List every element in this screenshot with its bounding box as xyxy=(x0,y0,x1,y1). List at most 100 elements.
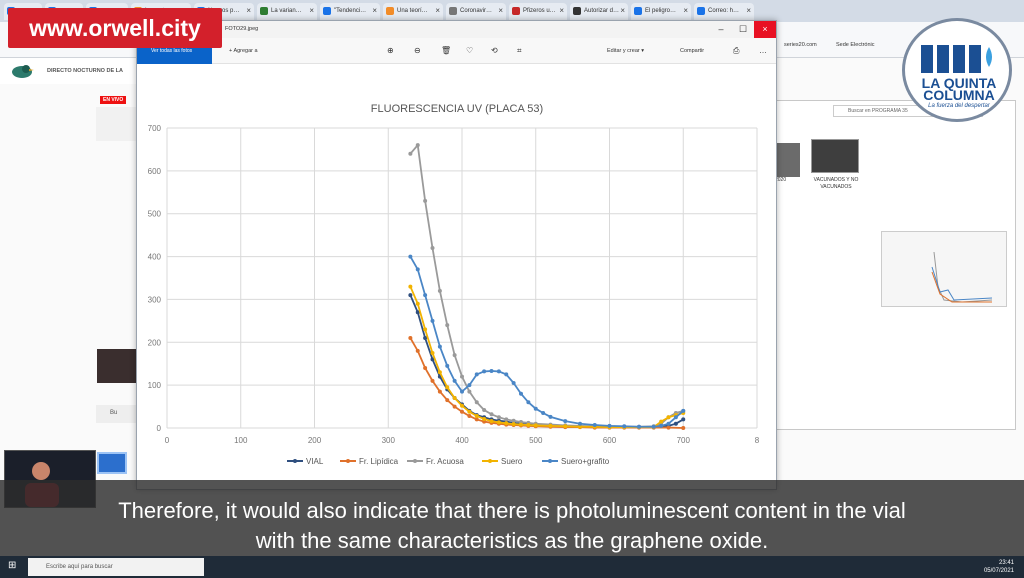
data-point xyxy=(659,423,664,428)
data-point xyxy=(519,391,523,396)
data-point xyxy=(445,363,450,368)
data-point xyxy=(526,400,531,405)
tab-close-icon[interactable]: × xyxy=(746,6,751,15)
data-point xyxy=(681,408,686,413)
browser-tab[interactable]: Coronavir… × xyxy=(446,3,506,20)
series-vial xyxy=(408,293,686,430)
legend-entry: Suero xyxy=(482,457,523,466)
legend-entry: VIAL xyxy=(287,457,324,466)
data-point xyxy=(415,143,420,148)
legend-marker xyxy=(293,459,297,463)
legend-entry: Suero+grafito xyxy=(542,457,610,466)
data-point xyxy=(452,404,457,409)
tab-favicon-icon xyxy=(323,7,331,15)
y-axis-ticks: 0 100 200 300 400 500 600 700 xyxy=(148,124,162,433)
series-line xyxy=(409,143,684,428)
browser-tab[interactable]: El peligro… × xyxy=(631,3,691,20)
tab-close-icon[interactable]: × xyxy=(559,6,564,15)
x-tick-label: 0 xyxy=(165,436,170,445)
tab-favicon-icon xyxy=(634,7,642,15)
data-point xyxy=(408,336,413,340)
columns-icon xyxy=(921,45,992,73)
live-panel xyxy=(96,107,140,141)
data-point xyxy=(423,327,428,332)
browser-tab[interactable]: "Tendenci… × xyxy=(320,3,380,20)
data-point xyxy=(430,246,435,250)
file-thumb[interactable] xyxy=(811,139,859,173)
tab-close-icon[interactable]: × xyxy=(246,6,251,15)
fluorescence-chart: FLUORESCENCIA UV (PLACA 53) 0 100 200 300 40… xyxy=(148,103,760,466)
left-search-label: Bu xyxy=(110,410,118,416)
taskbar-search-input[interactable]: Escribe aquí para buscar xyxy=(28,558,204,576)
data-point xyxy=(474,372,479,377)
tab-favicon-icon xyxy=(386,7,394,15)
tab-label: El peligro… xyxy=(645,8,677,14)
tab-favicon-icon xyxy=(449,7,457,15)
y-tick-label: 200 xyxy=(148,338,162,347)
windows-taskbar: ⊞ Escribe aquí para buscar 23:41 05/07/2… xyxy=(0,556,1024,578)
tab-close-icon[interactable]: × xyxy=(683,6,688,15)
tab-close-icon[interactable]: × xyxy=(620,6,625,15)
tab-label: Autorizar d… xyxy=(584,8,620,14)
screen-share-thumb[interactable] xyxy=(97,452,127,474)
bookmark-item[interactable]: series20.com xyxy=(784,42,817,48)
data-point xyxy=(408,151,413,156)
legend-label: VIAL xyxy=(306,457,324,466)
windows-start-icon[interactable]: ⊞ xyxy=(8,560,16,571)
data-point xyxy=(437,288,442,293)
data-point xyxy=(637,424,641,429)
data-point xyxy=(408,284,413,289)
chart-grid xyxy=(166,127,758,429)
data-point xyxy=(460,374,464,379)
chart-preview-thumb[interactable] xyxy=(881,231,1007,307)
data-point xyxy=(430,318,435,323)
data-point xyxy=(489,412,494,417)
data-point xyxy=(496,415,501,420)
data-point xyxy=(467,383,472,388)
data-point xyxy=(437,370,442,375)
series-fr-acuosa xyxy=(408,143,686,429)
data-point xyxy=(460,389,464,394)
logo-tagline: La fuerza del despertar xyxy=(928,103,990,109)
data-point xyxy=(474,414,479,418)
file-thumb[interactable] xyxy=(777,143,800,177)
data-point xyxy=(415,267,420,272)
tab-label: Pfizeros u… xyxy=(523,8,556,14)
bookmark-item[interactable]: Sede Electrónic xyxy=(836,42,875,48)
browser-tab[interactable]: Correo: h… × xyxy=(694,3,754,20)
browser-tab[interactable]: Autorizar d… × xyxy=(570,3,628,20)
tab-label: Correo: h… xyxy=(708,8,740,14)
data-point xyxy=(445,323,450,328)
data-point xyxy=(467,414,472,418)
legend-marker xyxy=(488,459,492,463)
data-point xyxy=(511,422,516,427)
data-point xyxy=(659,419,664,424)
y-tick-label: 300 xyxy=(148,295,162,304)
data-point xyxy=(437,344,442,349)
x-tick-label: 400 xyxy=(455,436,469,445)
tab-label: "Tendenci… xyxy=(334,8,367,14)
tab-close-icon[interactable]: × xyxy=(372,6,377,15)
tab-close-icon[interactable]: × xyxy=(498,6,503,15)
data-point xyxy=(423,366,428,370)
browser-tab[interactable]: La varian… × xyxy=(257,3,317,20)
data-point xyxy=(563,419,568,424)
website-banner: www.orwell.city xyxy=(8,8,222,48)
data-point xyxy=(423,293,428,298)
series-line xyxy=(409,286,684,429)
data-point xyxy=(504,417,509,422)
data-point xyxy=(548,423,553,428)
tab-close-icon[interactable]: × xyxy=(435,6,440,15)
x-tick-label: 700 xyxy=(677,436,691,445)
browser-tab[interactable]: Una teorí… × xyxy=(383,3,443,20)
tab-close-icon[interactable]: × xyxy=(309,6,314,15)
la-quinta-columna-logo: LA QUINTA COLUMNA La fuerza del desperta… xyxy=(902,18,1012,122)
left-search-box[interactable]: Bu xyxy=(96,405,140,423)
app-title: DIRECTO NOCTURNO DE LA xyxy=(47,68,123,74)
series-line xyxy=(409,294,684,429)
browser-tab[interactable]: Pfizeros u… × xyxy=(509,3,567,20)
taskbar-clock: 23:41 05/07/2021 xyxy=(984,559,1014,575)
logo-name-line2: COLUMNA xyxy=(923,87,995,103)
data-point xyxy=(452,378,457,383)
data-point xyxy=(489,419,494,424)
